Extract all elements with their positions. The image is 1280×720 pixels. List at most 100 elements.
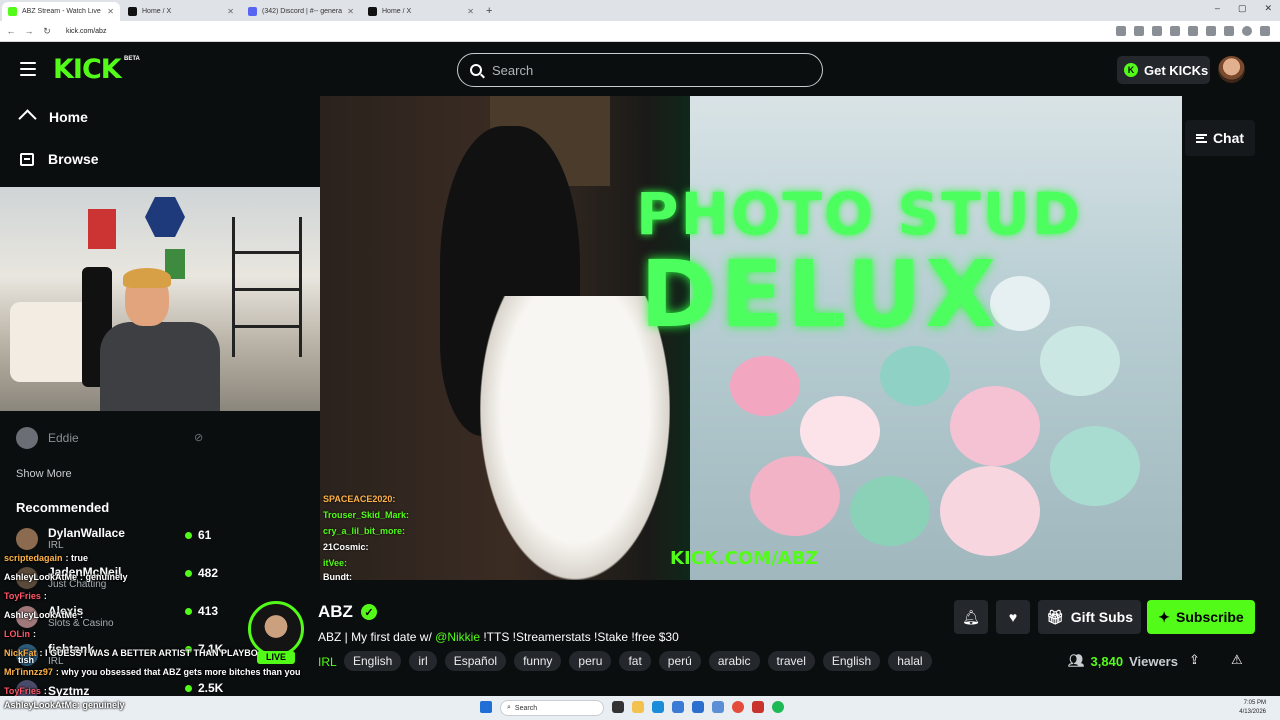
follow-button[interactable]: ♥ — [996, 600, 1030, 634]
recommended-title: Recommended — [16, 500, 110, 515]
stream-watermark: KICK.COM/ABZ — [670, 548, 819, 569]
verified-icon: ✓ — [360, 604, 377, 620]
browser-menu-icon[interactable] — [1260, 26, 1270, 36]
stream-tags: English irl Español funny peru fat perú … — [344, 651, 932, 671]
close-tab-icon[interactable]: ✕ — [467, 7, 474, 16]
get-kicks-label: Get KICKs — [1144, 62, 1209, 78]
report-icon[interactable]: ⚠ — [1231, 652, 1243, 668]
tag[interactable]: irl — [409, 651, 437, 671]
tag[interactable]: funny — [514, 651, 562, 671]
wall-decor — [145, 197, 185, 237]
chat-toggle-button[interactable]: Chat — [1185, 120, 1255, 156]
sidebar-item-browse[interactable]: Browse — [20, 151, 99, 167]
url-field[interactable]: kick.com/abz — [66, 28, 106, 35]
extension-icon[interactable] — [1224, 26, 1234, 36]
store-icon[interactable] — [672, 701, 684, 713]
close-tab-icon[interactable]: ✕ — [107, 7, 114, 16]
menu-icon[interactable] — [20, 62, 36, 76]
app-icon[interactable] — [752, 701, 764, 713]
tag[interactable]: halal — [888, 651, 932, 671]
tag[interactable]: English — [822, 651, 881, 671]
viewer-count-display: 👥︎ 3,840 Viewers — [1068, 653, 1178, 669]
tag[interactable]: peru — [569, 651, 612, 671]
browser-tab[interactable]: (342) Discord | #-- general | ✕ — [242, 2, 360, 21]
gift-subs-button[interactable]: 🎁︎ Gift Subs — [1038, 600, 1141, 634]
close-tab-icon[interactable]: ✕ — [347, 7, 354, 16]
bookmark-star-icon[interactable] — [1134, 26, 1144, 36]
recommended-item[interactable]: DylanWallace IRL — [16, 526, 125, 551]
reload-icon[interactable]: ↻ — [40, 26, 54, 37]
live-badge: LIVE — [257, 651, 295, 664]
kick-logo[interactable]: KICK — [53, 54, 122, 85]
folder-icon[interactable] — [632, 701, 644, 713]
tag[interactable]: travel — [767, 651, 815, 671]
extension-icon[interactable] — [1170, 26, 1180, 36]
streamer-name[interactable]: ABZ ✓ — [318, 602, 377, 622]
stream-category[interactable]: IRL — [318, 655, 337, 669]
tag[interactable]: Español — [444, 651, 507, 671]
maximize-icon[interactable]: ▢ — [1238, 3, 1247, 14]
browser-tab[interactable]: Home / X ✕ — [362, 2, 480, 21]
video-player[interactable]: PHOTO STUD DELUX KICK.COM/ABZ SPACEACE20… — [320, 96, 1182, 580]
heart-icon: ♥ — [1008, 609, 1018, 625]
profile-icon[interactable] — [1242, 26, 1252, 36]
streamer-name-label: ABZ — [318, 602, 353, 621]
tag[interactable]: arabic — [708, 651, 760, 671]
mention-link[interactable]: @Nikkie — [435, 630, 480, 644]
user-avatar[interactable] — [1218, 56, 1245, 83]
tag[interactable]: perú — [658, 651, 701, 671]
back-icon[interactable]: ← — [4, 26, 18, 36]
share-icon[interactable]: ⇪ — [1189, 652, 1200, 668]
browser-tab[interactable]: ABZ Stream - Watch Live o ✕ — [2, 2, 120, 21]
search-input[interactable] — [492, 62, 792, 78]
edge-icon[interactable] — [652, 701, 664, 713]
chrome-icon[interactable] — [732, 701, 744, 713]
extension-icon[interactable] — [1188, 26, 1198, 36]
following-item[interactable]: Eddie — [16, 427, 79, 449]
overlay-chat-line: AshleyLookAtMe: genuinely — [4, 572, 128, 582]
zoom-icon[interactable] — [1116, 26, 1126, 36]
new-tab-icon[interactable]: + — [480, 2, 498, 21]
sidebar-item-home[interactable]: Home — [20, 109, 88, 125]
show-more-link[interactable]: Show More — [16, 468, 72, 480]
tag[interactable]: fat — [619, 651, 651, 671]
x-favicon-icon — [128, 7, 137, 16]
streamer-avatar[interactable] — [248, 601, 304, 657]
stream-title-text: ABZ | My first date w/ — [318, 630, 436, 644]
shelf — [232, 217, 302, 357]
browser-tab[interactable]: Home / X ✕ — [122, 2, 240, 21]
close-window-icon[interactable]: ✕ — [1264, 3, 1272, 14]
taskview-icon[interactable] — [612, 701, 624, 713]
stream-title-text: !TTS !Streamerstats !Stake !free $30 — [480, 630, 679, 644]
browse-icon — [20, 152, 34, 166]
stream-title: ABZ | My first date w/ @Nikkie !TTS !Str… — [318, 630, 679, 644]
viewer-count: 2.5K — [198, 681, 224, 695]
neon-sign-line1: PHOTO STUD — [636, 180, 1082, 248]
tag[interactable]: English — [344, 651, 402, 671]
system-clock[interactable]: 7:05 PM 4/13/2026 — [1239, 699, 1266, 717]
mail-icon[interactable] — [692, 701, 704, 713]
taskbar-search[interactable]: ⌕ Search — [500, 700, 604, 716]
close-tab-icon[interactable]: ✕ — [227, 7, 234, 16]
window-controls: – ▢ ✕ — [1215, 3, 1272, 14]
search-bar[interactable] — [457, 53, 823, 87]
extension-icon[interactable] — [1206, 26, 1216, 36]
minimize-icon[interactable]: – — [1215, 3, 1220, 14]
spotify-icon[interactable] — [772, 701, 784, 713]
offline-icon: ⊘ — [194, 432, 204, 444]
notification-button[interactable]: 🔔︎ — [954, 600, 988, 634]
clock-time: 7:05 PM — [1243, 700, 1266, 706]
streamer-person — [95, 268, 235, 411]
get-kicks-button[interactable]: K Get KICKs — [1117, 56, 1210, 84]
avatar — [16, 527, 38, 550]
live-dot-icon — [185, 684, 192, 692]
app-icon[interactable] — [712, 701, 724, 713]
neon-sign-line2: DELUX — [640, 241, 1001, 348]
extension-icon[interactable] — [1152, 26, 1162, 36]
forward-icon[interactable]: → — [22, 26, 36, 36]
tab-title: Home / X — [382, 8, 412, 15]
sidebar-item-label: Home — [49, 109, 88, 125]
windows-start-icon[interactable] — [480, 701, 492, 713]
subscribe-button[interactable]: ✦ Subscribe — [1147, 600, 1255, 634]
subscribe-label: Subscribe — [1176, 609, 1244, 625]
